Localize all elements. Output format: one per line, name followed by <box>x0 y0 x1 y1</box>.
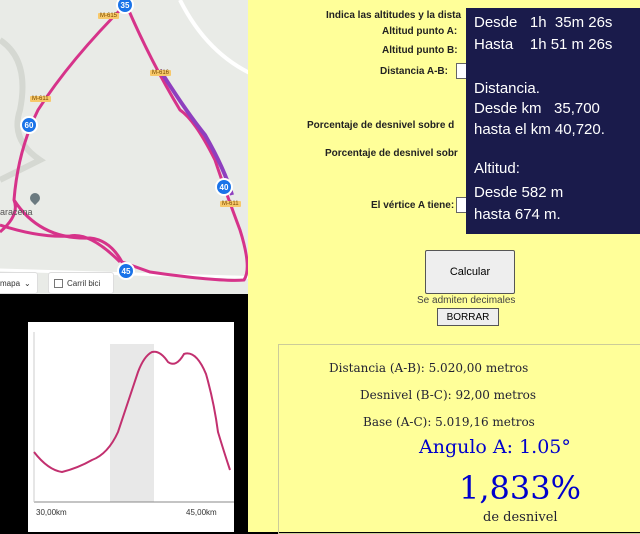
from-time: Desde 1h 35m 26s <box>474 14 613 31</box>
elevation-profile: 30,00km 45,00km <box>28 322 234 532</box>
pct-over-base-label: Porcentaje de desnivel sobr <box>325 148 458 159</box>
decimals-hint: Se admiten decimales <box>417 295 516 306</box>
map-type-button[interactable]: mapa ⌄ <box>0 272 38 294</box>
pct-over-distance-label: Porcentaje de desnivel sobre d <box>307 120 455 131</box>
base-result: Base (A-C): 5.019,16 metros <box>363 415 535 429</box>
altitude-title: Altitud: <box>474 160 520 177</box>
km-marker-icon[interactable]: 45 <box>117 262 135 280</box>
road-label: M-615 <box>98 13 120 19</box>
map-canvas <box>0 0 266 282</box>
road-label: M-611 <box>220 201 241 207</box>
bike-lane-toggle[interactable]: Carril bici <box>48 272 114 294</box>
from-altitude: Desde 582 m <box>474 184 564 201</box>
distance-ab-label: Distancia A-B: <box>380 66 448 77</box>
to-altitude: hasta 674 m. <box>474 206 561 223</box>
road-label: M-616 <box>150 70 172 76</box>
x-tick-label: 45,00km <box>186 508 217 517</box>
results-box: Distancia (A-B): 5.020,00 metros Desnive… <box>278 344 640 534</box>
segment-info-box: Desde 1h 35m 26s Hasta 1h 51 m 26s Dista… <box>466 8 640 234</box>
to-time: Hasta 1h 51 m 26s <box>474 36 613 53</box>
from-km: Desde km 35,700 <box>474 100 600 117</box>
km-marker-icon[interactable]: 60 <box>20 116 38 134</box>
km-marker-icon[interactable]: 40 <box>215 178 233 196</box>
drop-result: Desnivel (B-C): 92,00 metros <box>360 388 537 402</box>
vertex-a-label: El vértice A tiene: <box>371 200 455 211</box>
calculate-button[interactable]: Calcular <box>425 250 515 294</box>
altitude-a-label: Altitud punto A: <box>382 26 458 37</box>
chevron-down-icon: ⌄ <box>24 278 31 288</box>
angle-result: Angulo A: 1.05° <box>419 436 571 458</box>
distance-result: Distancia (A-B): 5.020,00 metros <box>329 361 529 375</box>
checkbox-icon[interactable] <box>54 278 63 288</box>
x-tick-label: 30,00km <box>36 508 67 517</box>
distance-title: Distancia. <box>474 80 540 97</box>
clear-button[interactable]: BORRAR <box>437 308 499 326</box>
road-label: M-611 <box>30 96 51 102</box>
elevation-chart <box>33 332 234 503</box>
form-intro: Indica las altitudes y la dista <box>326 10 462 21</box>
percent-label: de desnivel <box>483 510 558 525</box>
percent-result: 1,833% <box>459 469 582 507</box>
selected-range <box>110 344 154 502</box>
bike-lane-label: Carril bici <box>67 278 101 288</box>
map-type-label: mapa <box>0 278 21 288</box>
place-label: aracena <box>0 207 33 217</box>
to-km: hasta el km 40,720. <box>474 121 605 138</box>
route-map[interactable]: 35 60 40 45 M-615 M-611 M-616 M-611 arac… <box>0 0 266 294</box>
altitude-b-label: Altitud punto B: <box>382 45 458 56</box>
